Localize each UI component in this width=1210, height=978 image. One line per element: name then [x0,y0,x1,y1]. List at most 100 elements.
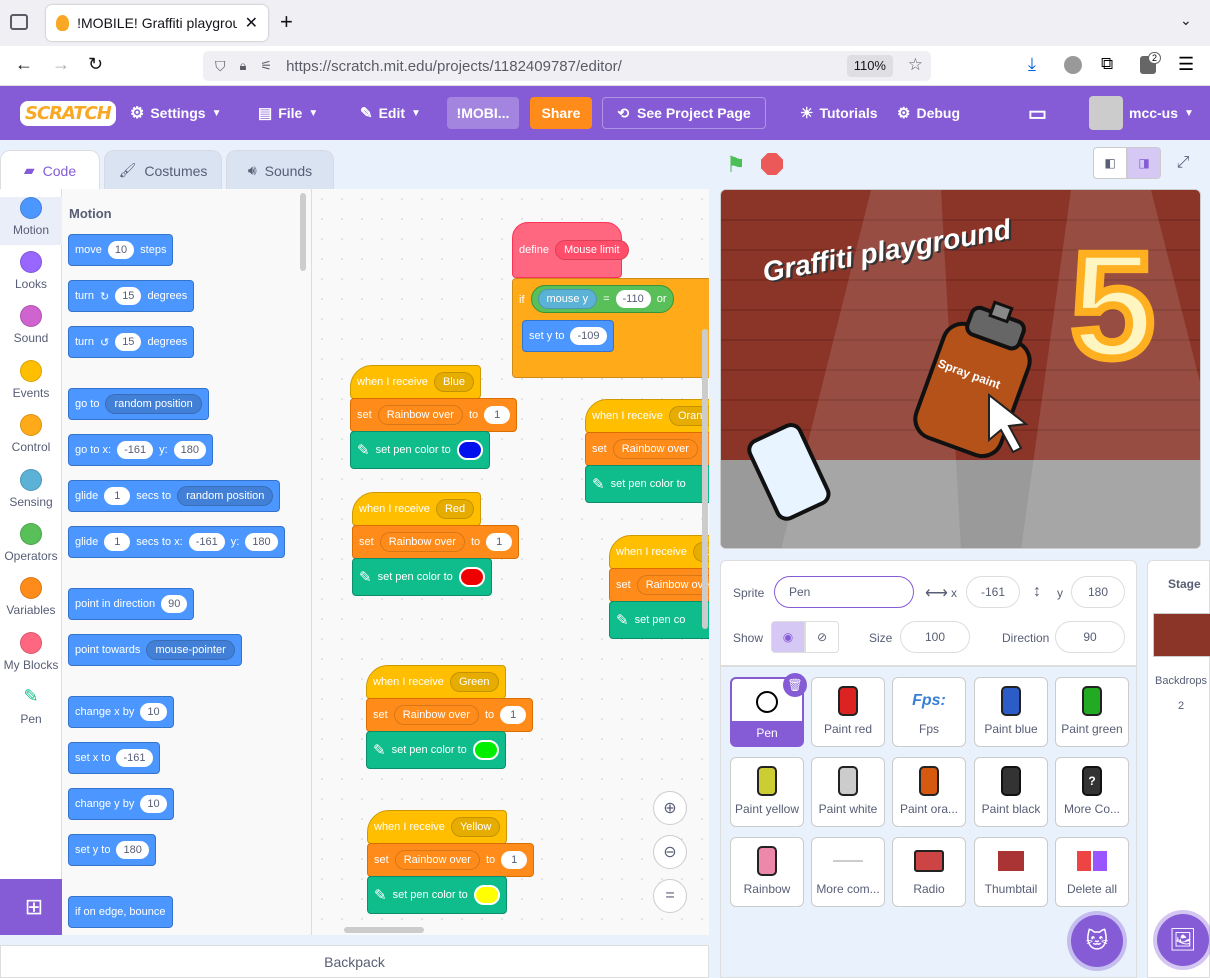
block-input[interactable]: 10 [107,241,135,259]
sprite-tile[interactable]: Rainbow [730,837,804,907]
point-in-direction-block[interactable]: point in direction 90 [68,588,195,620]
sprite-tile[interactable]: Thumbtail [974,837,1048,907]
glide-xy-block[interactable]: glide 1 secs to x: -161 y: 180 [68,526,285,558]
vertical-scrollbar[interactable] [702,329,708,629]
set-variable-block[interactable]: set Rainbow over to 1 [366,698,534,732]
block-dropdown[interactable]: random position [177,486,274,506]
variable-dropdown[interactable]: Rainbow over [379,532,465,552]
account-menu[interactable]: mcc-us ▼ [1089,86,1194,140]
mouse-y-reporter[interactable]: mouse y [537,289,598,309]
palette-scrollbar[interactable] [300,193,306,271]
set-variable-block[interactable]: set Rainbow over to 1 [367,843,535,877]
sprite-tile[interactable]: ? More Co... [1055,757,1129,827]
show-visible-button[interactable]: ◉ [771,621,805,653]
zoom-out-button[interactable]: ⊖ [653,835,687,869]
set-variable-block[interactable]: set Rainbow over to 1 [350,398,518,432]
set-variable-block[interactable]: set Rainbow over [585,432,709,466]
puzzle-icon[interactable]: ⧉ [1101,54,1113,74]
category-events[interactable]: Events [0,360,62,400]
block-input[interactable]: -110 [615,290,651,308]
block-input[interactable]: 1 [104,533,131,551]
category-motion[interactable]: Motion [0,197,62,245]
sprite-tile[interactable]: Paint red [811,677,885,747]
when-receive-yellow-block[interactable]: when I receive Yellow [367,810,508,844]
block-input[interactable]: 180 [245,533,278,551]
hamburger-menu-icon[interactable]: ☰ [1178,54,1194,75]
downloads-icon[interactable]: ⤓ [1028,54,1036,75]
delete-sprite-button[interactable]: 🗑︎ [783,673,807,697]
block-input[interactable]: -161 [188,533,225,551]
file-menu[interactable]: ▤ File ▼ [258,86,318,140]
message-dropdown[interactable]: Green [449,672,499,692]
sprite-tile[interactable]: Paint yellow [730,757,804,827]
block-input[interactable]: -109 [570,327,607,345]
variable-dropdown[interactable]: Rainbow over [636,575,709,595]
close-tab-icon[interactable]: ✕ [245,13,258,33]
url-bar[interactable]: ⛉ 🔒︎ ⚟ https://scratch.mit.edu/projects/… [203,51,931,81]
choose-sprite-button[interactable]: 🐱︎ [1071,915,1123,967]
change-y-block[interactable]: change y by 10 [68,788,174,820]
small-stage-button[interactable]: ◧ [1093,147,1127,179]
fullscreen-button[interactable]: ⤢ [1166,147,1200,179]
variable-dropdown[interactable]: Rainbow over [377,405,463,425]
share-button[interactable]: Share [530,97,592,129]
my-stuff-folder-icon[interactable]: ▭ [1028,86,1047,140]
sprite-tile[interactable]: Delete all [1055,837,1129,907]
block-input[interactable]: 1 [104,487,131,505]
sprite-tile[interactable]: Paint white [811,757,885,827]
or-operator[interactable]: mouse y = -110 or [530,285,674,313]
turn-left-block[interactable]: turn ↺ 15 degrees [68,326,195,358]
set-pen-color-block[interactable]: ✎ set pen color to [352,558,492,596]
set-y-block[interactable]: set y to -109 [522,320,614,352]
tab-code[interactable]: ▰ Code [0,150,100,190]
when-receive-blue-block[interactable]: when I receive Blue [350,365,481,399]
bookmark-star-icon[interactable]: ☆ [908,55,923,75]
block-input[interactable]: 10 [140,795,167,813]
set-variable-block[interactable]: set Rainbow over to 1 [352,525,520,559]
category-operators[interactable]: Operators [0,523,62,563]
block-input[interactable]: 180 [116,841,149,859]
variable-dropdown[interactable]: Rainbow over [612,439,698,459]
horizontal-scrollbar[interactable] [344,927,424,933]
move-steps-block[interactable]: move 10 steps [68,234,174,266]
color-swatch[interactable] [473,885,500,905]
category-control[interactable]: Control [0,414,62,454]
y-input[interactable]: 180 [1071,576,1125,608]
tab-costumes[interactable]: 🖌︎ Costumes [104,150,222,190]
define-mouse-limit-block[interactable]: define Mouse limit [512,222,629,278]
zoom-level[interactable]: 110% [846,55,893,77]
edit-menu[interactable]: ✎ Edit ▼ [360,86,421,140]
green-flag-icon[interactable]: ⚑ [726,152,746,178]
block-input[interactable]: 1 [501,851,528,869]
sprite-tile[interactable]: Paint black [974,757,1048,827]
set-pen-color-block[interactable]: ✎ set pen color to [367,876,507,914]
block-input[interactable]: 180 [173,441,207,459]
sprite-tile[interactable]: Radio [892,837,966,907]
when-receive-green-block[interactable]: when I receive Green [366,665,506,699]
block-dropdown[interactable]: mouse-pointer [146,640,235,660]
color-swatch[interactable] [472,740,499,760]
permissions-icon[interactable]: ⚟ [260,58,272,74]
variable-dropdown[interactable]: Rainbow over [394,850,480,870]
show-hidden-button[interactable]: ⊘ [805,621,839,653]
category-variables[interactable]: Variables [0,577,62,617]
set-variable-block[interactable]: set Rainbow over [609,568,709,602]
direction-input[interactable]: 90 [1055,621,1125,653]
stop-icon[interactable] [761,153,783,175]
project-title-input[interactable]: !MOBI... [447,97,519,129]
message-dropdown[interactable]: Yellow [450,817,501,837]
point-towards-block[interactable]: point towards mouse-pointer [68,634,242,666]
block-input[interactable]: 15 [115,287,142,305]
large-stage-button[interactable]: ◨ [1127,147,1161,179]
category-my-blocks[interactable]: My Blocks [0,632,62,672]
color-swatch[interactable] [458,567,485,587]
when-receive-red-block[interactable]: when I receive Red [352,492,482,526]
add-extension-button[interactable]: ⊞ [0,879,68,935]
block-input[interactable]: 90 [161,595,188,613]
set-pen-color-block[interactable]: ✎ set pen co [609,601,709,639]
block-input[interactable]: 1 [500,706,527,724]
zoom-reset-button[interactable]: = [653,879,687,913]
category-sensing[interactable]: Sensing [0,469,62,509]
message-dropdown[interactable]: Red [435,499,475,519]
sprite-tile[interactable]: Paint blue [974,677,1048,747]
